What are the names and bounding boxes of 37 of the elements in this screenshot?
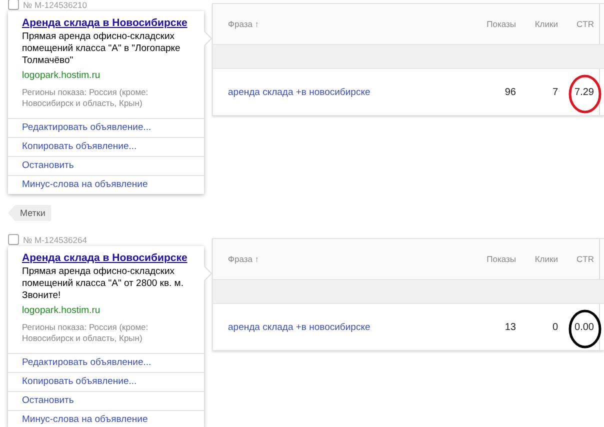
ad-number: № M-124536210 (23, 0, 87, 10)
column-header: Показы (486, 19, 516, 29)
action-link[interactable]: Редактировать объявление... (8, 353, 204, 372)
column-header: CTR (576, 19, 594, 29)
table-cell: 0.00 (574, 322, 594, 332)
action-link[interactable]: Копировать объявление... (8, 372, 204, 391)
tag[interactable]: Метки (8, 205, 52, 221)
action-link[interactable]: Минус-слова на объявление (8, 175, 204, 194)
ad-title-link[interactable]: Аренда склада в Новосибирске (22, 16, 196, 30)
column-header: CTR (576, 254, 594, 264)
action-link[interactable]: Остановить (8, 391, 204, 410)
column-header[interactable]: Фраза ↑ (213, 254, 460, 264)
ad-text: Прямая аренда офисно-складских помещений класса "А" в "Логопарке Толмачёво" (22, 31, 182, 67)
column-header[interactable]: Фраза ↑ (213, 19, 460, 29)
checkbox[interactable] (8, 0, 19, 10)
table-cell: 13 (504, 322, 516, 332)
action-link[interactable]: Копировать объявление... (8, 137, 204, 156)
phrase-link[interactable]: аренда склада +в новосибирске (213, 86, 460, 98)
ad-url: logopark.hostim.ru (22, 305, 102, 317)
ad-number: № M-124536264 (23, 234, 87, 244)
table-cell: 96 (504, 86, 516, 98)
regions-text: Регионы показа: Россия (кроме: Новосибирск и область, Крын) (22, 87, 150, 109)
regions-text: Регионы показа: Россия (кроме: Новосибирск и область, Крын) (22, 322, 150, 344)
action-link[interactable]: Минус-слова на объявление (8, 410, 204, 427)
ad-text: Прямая аренда офисно-складских помещений класса "А" от 2800 кв. м. Звоните! (22, 266, 184, 302)
table-cell: 7 (552, 86, 558, 98)
table-cell: 7.29 (574, 86, 594, 98)
ad-url: logopark.hostim.ru (22, 70, 102, 82)
checkbox[interactable] (8, 234, 19, 245)
action-link[interactable]: Остановить (8, 156, 204, 175)
column-header: Показы (486, 254, 516, 264)
phrase-link[interactable]: аренда склада +в новосибирске (213, 322, 460, 332)
action-link[interactable]: Редактировать объявление... (8, 118, 204, 137)
column-header: Клики (534, 254, 558, 264)
ad-title-link[interactable]: Аренда склада в Новосибирске (22, 251, 196, 265)
column-header: Клики (534, 19, 558, 29)
table-cell: 0 (552, 322, 558, 332)
